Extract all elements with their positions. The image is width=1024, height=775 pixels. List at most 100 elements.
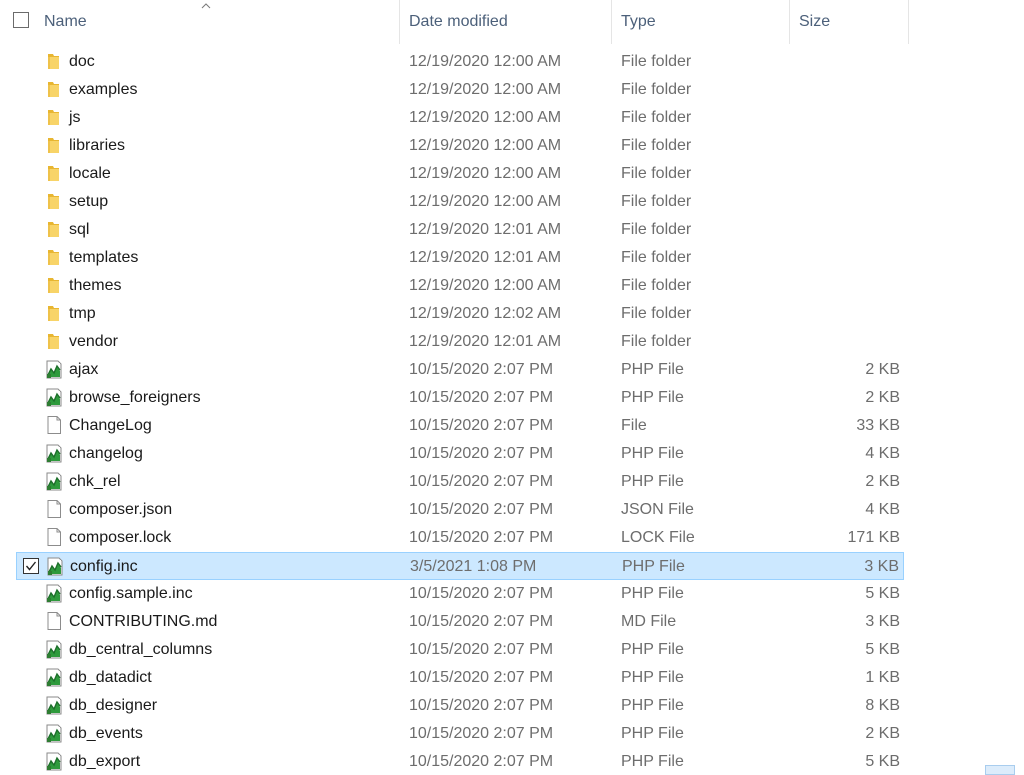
file-size: 8 KB	[865, 697, 900, 714]
file-row[interactable]: examples 12/19/2020 12:00 AM File folder	[16, 76, 904, 104]
file-type: File folder	[621, 137, 692, 154]
file-row[interactable]: browse_foreigners 10/15/2020 2:07 PM PHP F…	[16, 384, 904, 412]
file-name: ChangeLog	[69, 417, 152, 434]
file-name: locale	[69, 165, 111, 182]
file-type: File folder	[621, 305, 692, 322]
file-row[interactable]: libraries 12/19/2020 12:00 AM File folder	[16, 132, 904, 160]
file-type: PHP File	[622, 558, 685, 575]
file-date-modified: 12/19/2020 12:01 AM	[409, 333, 562, 350]
file-type: PHP File	[621, 473, 684, 490]
blank-file-icon	[44, 527, 64, 547]
file-type: PHP File	[621, 753, 684, 770]
column-header-type[interactable]: Type	[621, 0, 789, 44]
folder-icon	[44, 51, 64, 71]
file-type: File folder	[621, 53, 692, 70]
file-date-modified: 3/5/2021 1:08 PM	[410, 558, 537, 575]
file-type: PHP File	[621, 445, 684, 462]
file-date-modified: 10/15/2020 2:07 PM	[409, 529, 554, 546]
php-file-icon	[44, 639, 64, 659]
php-file-icon	[44, 723, 64, 743]
column-divider[interactable]	[611, 0, 612, 44]
folder-icon	[44, 247, 64, 267]
file-name: db_datadict	[69, 669, 152, 686]
file-row[interactable]: db_events 10/15/2020 2:07 PM PHP File 2 KB	[16, 720, 904, 748]
folder-icon	[44, 331, 64, 351]
file-name: vendor	[69, 333, 118, 350]
file-row[interactable]: sql 12/19/2020 12:01 AM File folder	[16, 216, 904, 244]
column-divider[interactable]	[789, 0, 790, 44]
file-name: composer.json	[69, 501, 173, 518]
file-row[interactable]: vendor 12/19/2020 12:01 AM File folder	[16, 328, 904, 356]
file-type: PHP File	[621, 641, 684, 658]
file-row[interactable]: composer.json 10/15/2020 2:07 PM JSON File…	[16, 496, 904, 524]
file-type: File	[621, 417, 647, 434]
file-date-modified: 12/19/2020 12:01 AM	[409, 221, 562, 238]
file-name: ajax	[69, 361, 99, 378]
file-row[interactable]: config.sample.inc 10/15/2020 2:07 PM PHP F…	[16, 580, 904, 608]
file-type: PHP File	[621, 585, 684, 602]
file-type: MD File	[621, 613, 677, 630]
file-date-modified: 12/19/2020 12:00 AM	[409, 277, 562, 294]
file-row[interactable]: db_datadict 10/15/2020 2:07 PM PHP File 1 K…	[16, 664, 904, 692]
php-file-icon	[44, 583, 64, 603]
folder-icon	[44, 135, 64, 155]
folder-icon	[44, 107, 64, 127]
file-name: config.sample.inc	[69, 585, 193, 602]
file-row[interactable]: themes 12/19/2020 12:00 AM File folder	[16, 272, 904, 300]
php-file-icon	[44, 359, 64, 379]
file-name: examples	[69, 81, 138, 98]
folder-icon	[44, 79, 64, 99]
file-type: PHP File	[621, 669, 684, 686]
php-file-icon	[44, 387, 64, 407]
file-row[interactable]: composer.lock 10/15/2020 2:07 PM LOCK File…	[16, 524, 904, 552]
file-name: db_designer	[69, 697, 158, 714]
file-date-modified: 12/19/2020 12:00 AM	[409, 53, 562, 70]
file-date-modified: 10/15/2020 2:07 PM	[409, 389, 554, 406]
file-row[interactable]: chk_rel 10/15/2020 2:07 PM PHP File 2 KB	[16, 468, 904, 496]
file-type: File folder	[621, 193, 692, 210]
file-type: File folder	[621, 221, 692, 238]
file-date-modified: 10/15/2020 2:07 PM	[409, 585, 554, 602]
file-name: tmp	[69, 305, 96, 322]
column-divider[interactable]	[908, 0, 909, 44]
file-date-modified: 10/15/2020 2:07 PM	[409, 697, 554, 714]
file-size: 2 KB	[865, 389, 900, 406]
file-row[interactable]: changelog 10/15/2020 2:07 PM PHP File 4 KB	[16, 440, 904, 468]
file-name: doc	[69, 53, 95, 70]
file-name: db_central_columns	[69, 641, 213, 658]
select-all-checkbox[interactable]	[13, 12, 29, 28]
file-row[interactable]: ChangeLog 10/15/2020 2:07 PM File 33 KB	[16, 412, 904, 440]
php-file-icon	[44, 471, 64, 491]
file-row[interactable]: tmp 12/19/2020 12:02 AM File folder	[16, 300, 904, 328]
file-date-modified: 10/15/2020 2:07 PM	[409, 613, 554, 630]
file-row[interactable]: templates 12/19/2020 12:01 AM File folder	[16, 244, 904, 272]
scrollbar-thumb[interactable]	[985, 765, 1015, 775]
file-row[interactable]: js 12/19/2020 12:00 AM File folder	[16, 104, 904, 132]
file-date-modified: 12/19/2020 12:02 AM	[409, 305, 562, 322]
column-divider[interactable]	[399, 0, 400, 44]
file-row[interactable]: locale 12/19/2020 12:00 AM File folder	[16, 160, 904, 188]
file-row[interactable]: setup 12/19/2020 12:00 AM File folder	[16, 188, 904, 216]
row-checkbox[interactable]	[23, 558, 39, 574]
file-type: File folder	[621, 333, 692, 350]
file-date-modified: 10/15/2020 2:07 PM	[409, 417, 554, 434]
file-type: PHP File	[621, 725, 684, 742]
file-row[interactable]: doc 12/19/2020 12:00 AM File folder	[16, 48, 904, 76]
file-row[interactable]: db_central_columns 10/15/2020 2:07 PM PHP …	[16, 636, 904, 664]
file-row[interactable]: db_designer 10/15/2020 2:07 PM PHP File 8 K…	[16, 692, 904, 720]
file-type: File folder	[621, 249, 692, 266]
file-date-modified: 10/15/2020 2:07 PM	[409, 361, 554, 378]
php-file-icon	[45, 556, 65, 576]
file-row[interactable]: db_export 10/15/2020 2:07 PM PHP File 5 KB	[16, 748, 904, 775]
file-row[interactable]: CONTRIBUTING.md 10/15/2020 2:07 PM MD File…	[16, 608, 904, 636]
file-date-modified: 12/19/2020 12:00 AM	[409, 165, 562, 182]
column-header-size[interactable]: Size	[799, 0, 908, 44]
file-date-modified: 12/19/2020 12:00 AM	[409, 137, 562, 154]
file-row-selected[interactable]: config.inc 3/5/2021 1:08 PM PHP File 3 KB	[16, 552, 904, 580]
file-name: changelog	[69, 445, 143, 462]
folder-icon	[44, 275, 64, 295]
file-type: File folder	[621, 109, 692, 126]
column-header-name[interactable]: Name	[44, 0, 399, 44]
file-row[interactable]: ajax 10/15/2020 2:07 PM PHP File 2 KB	[16, 356, 904, 384]
column-header-date-modified[interactable]: Date modified	[409, 0, 611, 44]
